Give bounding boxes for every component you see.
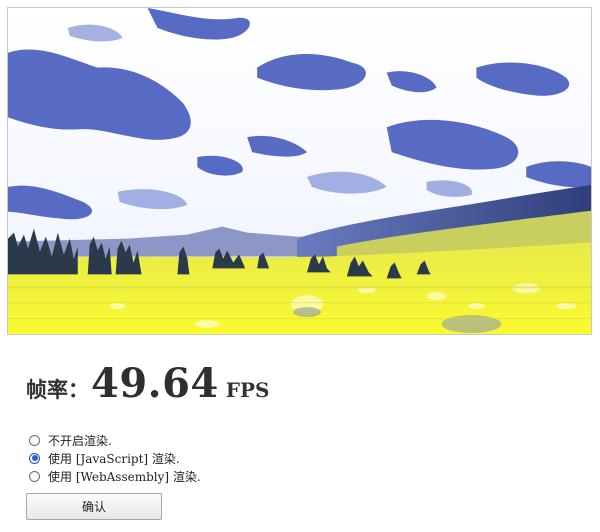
radio-checked-icon[interactable] (29, 452, 40, 464)
render-mode-option-webassembly[interactable]: 使用 [WebAssembly] 渲染. (29, 467, 201, 485)
fps-label: 帧率： (26, 377, 89, 402)
fps-value: 49.64 (91, 360, 219, 407)
render-mode-label-javascript: 使用 [JavaScript] 渲染. (48, 451, 180, 466)
render-mode-option-none[interactable]: 不开启渲染. (29, 431, 201, 449)
radio-unchecked-icon[interactable] (29, 434, 40, 446)
render-mode-option-javascript[interactable]: 使用 [JavaScript] 渲染. (29, 449, 201, 467)
page: 帧率： 49.64 FPS 不开启渲染. 使用 [JavaScript] 渲染.… (0, 0, 600, 532)
render-mode-label-none: 不开启渲染. (48, 433, 112, 448)
render-mode-options: 不开启渲染. 使用 [JavaScript] 渲染. 使用 [WebAssemb… (29, 431, 201, 485)
fps-unit: FPS (225, 378, 270, 402)
fps-display: 帧率： 49.64 FPS (26, 360, 269, 407)
confirm-button[interactable]: 确认 (26, 493, 162, 520)
render-mode-label-webassembly: 使用 [WebAssembly] 渲染. (48, 469, 201, 484)
radio-unchecked-icon[interactable] (29, 470, 40, 482)
landscape-image (8, 8, 591, 334)
render-canvas (7, 7, 592, 335)
